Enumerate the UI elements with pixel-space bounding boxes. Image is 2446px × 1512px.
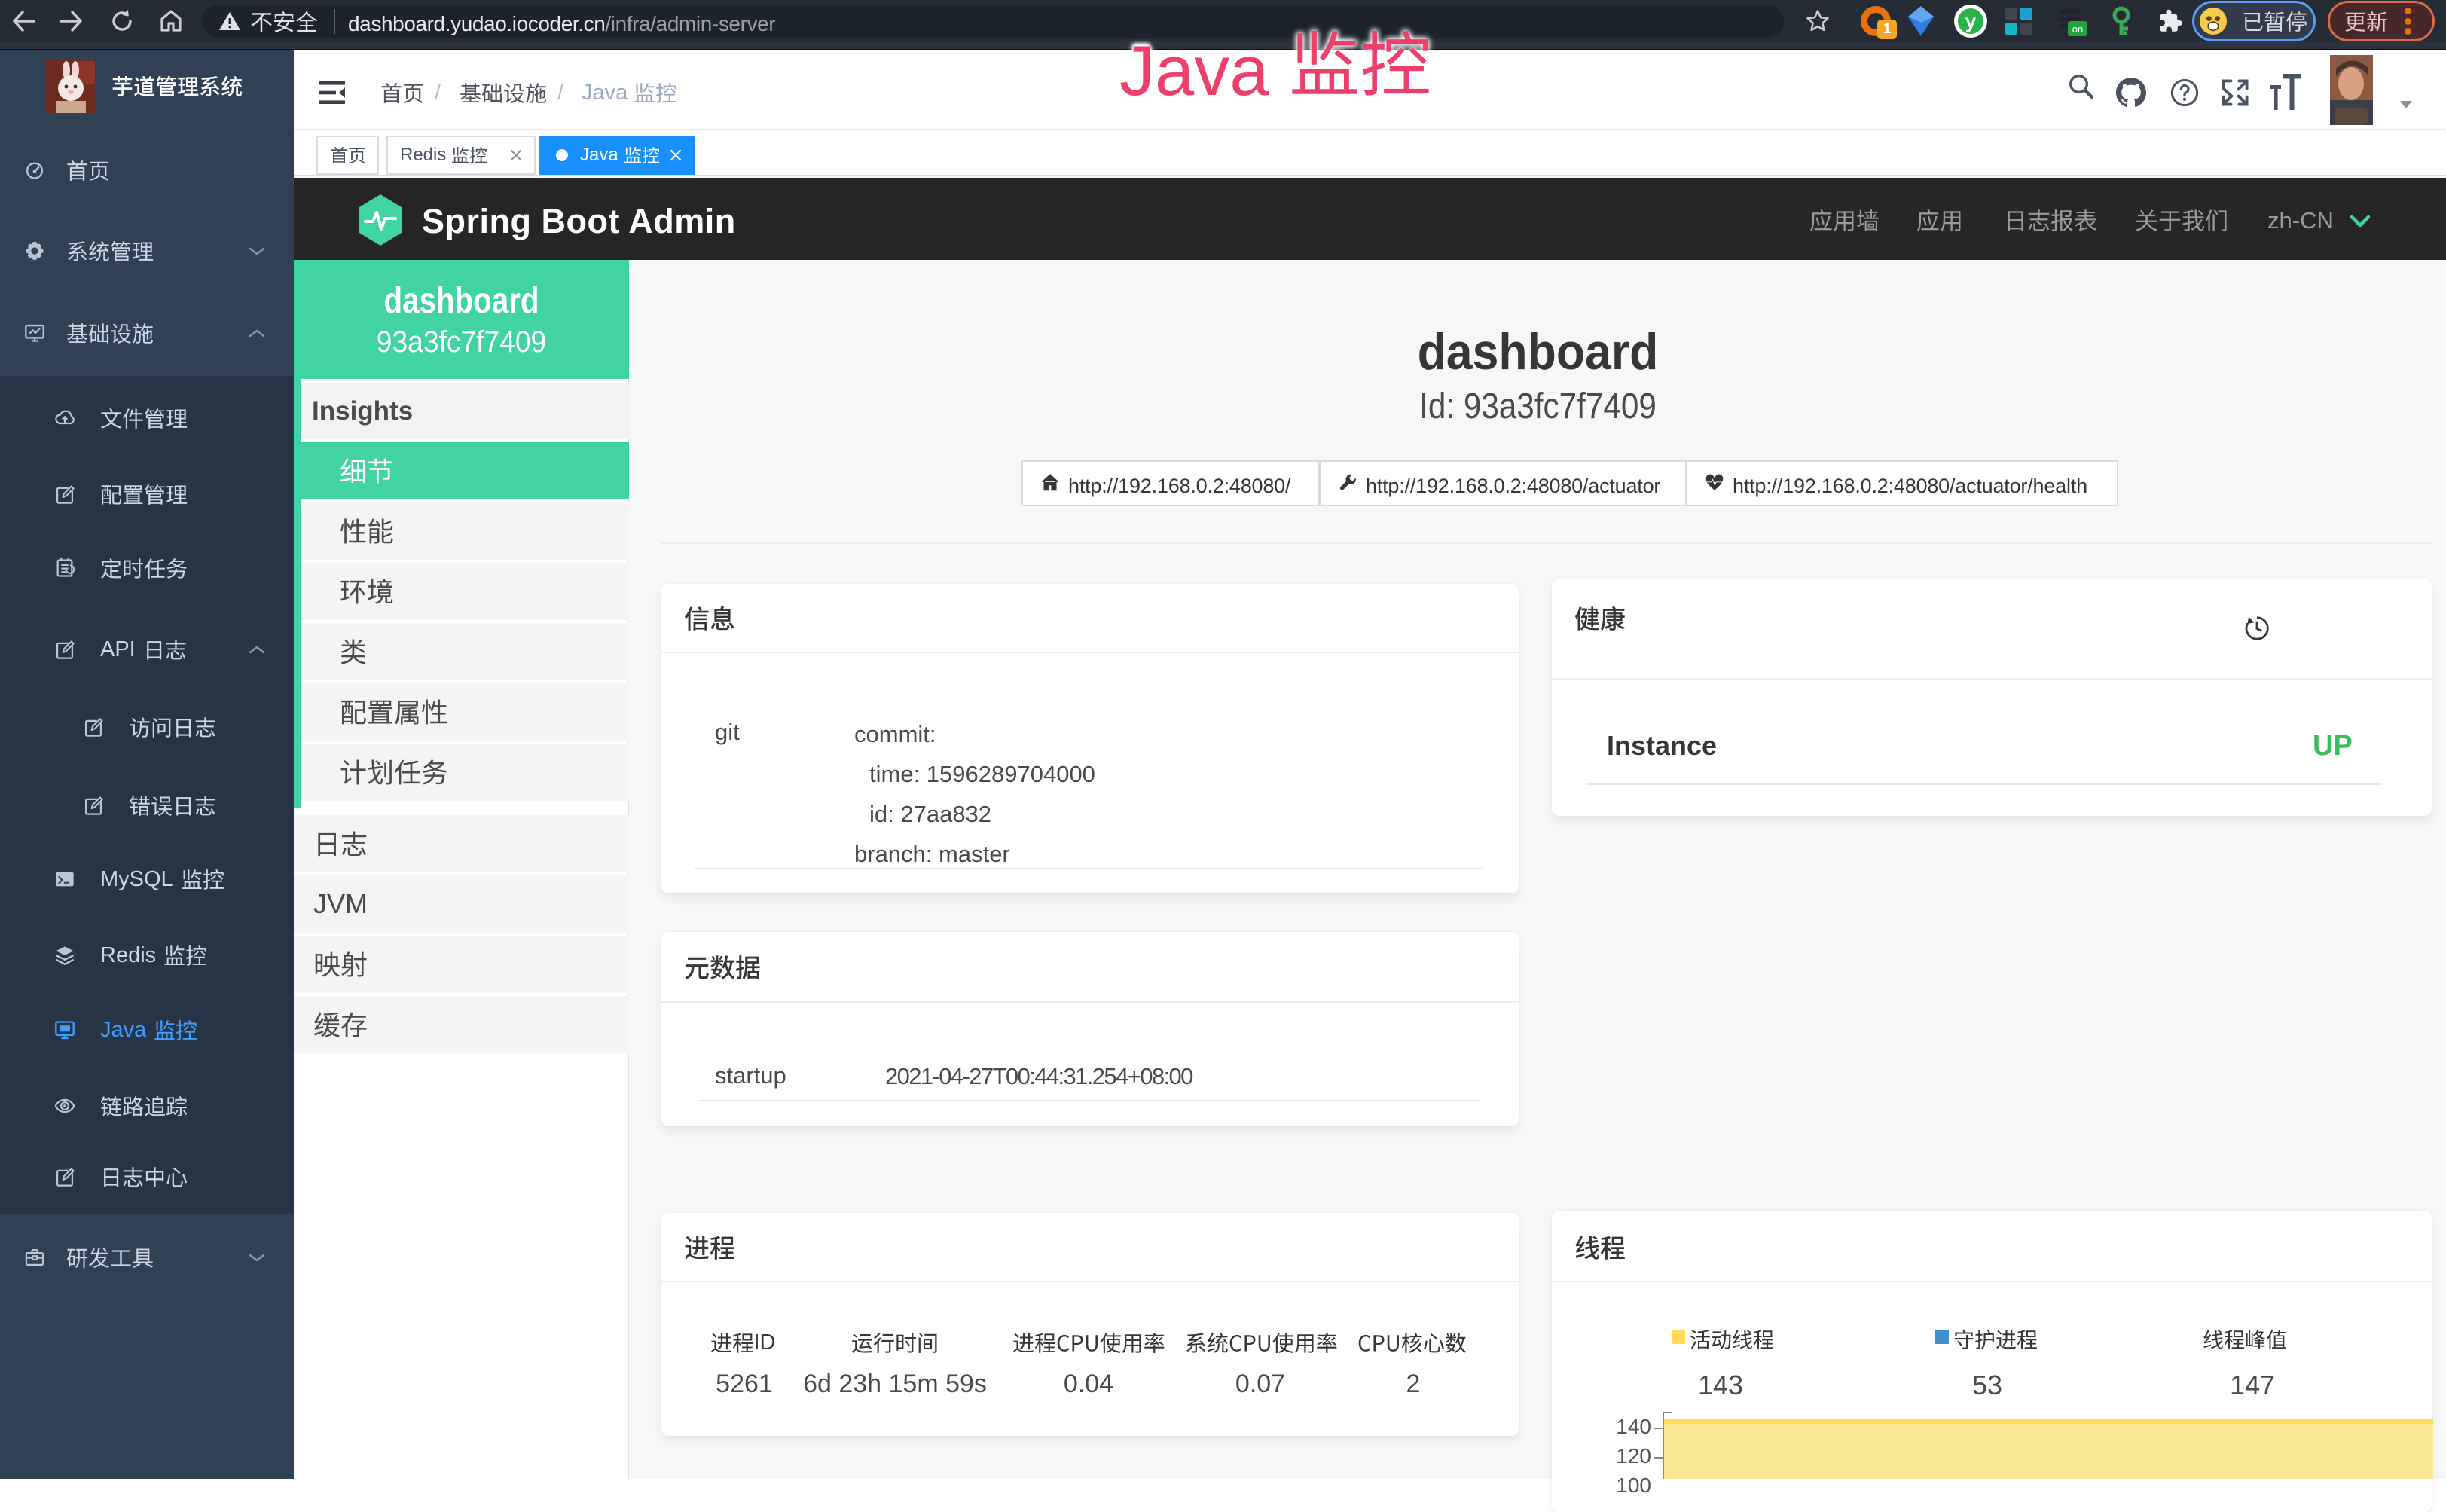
svg-text:on: on (2072, 23, 2083, 35)
